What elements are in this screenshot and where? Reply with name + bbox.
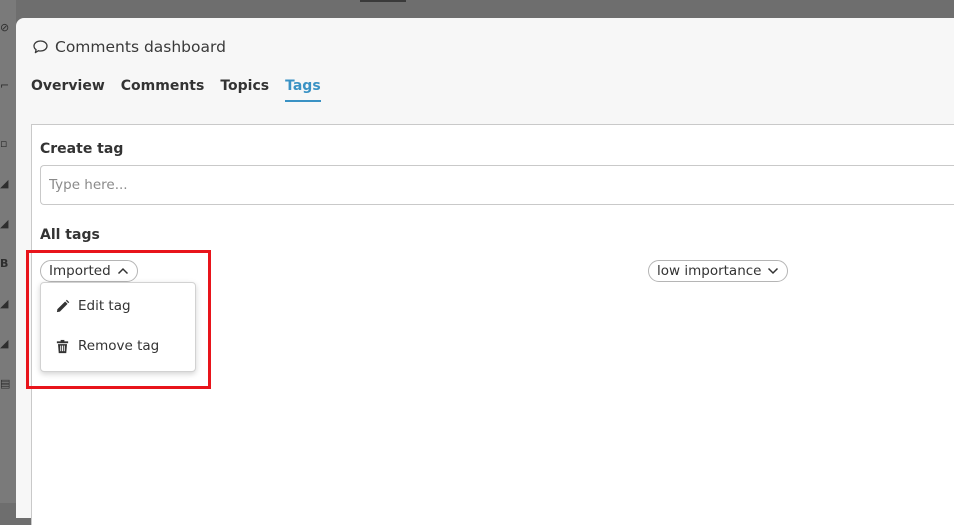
tab-tags[interactable]: Tags	[285, 78, 321, 102]
background-icon: ▫	[0, 137, 8, 150]
background-icon: B	[0, 257, 9, 270]
tab-topics[interactable]: Topics	[220, 78, 269, 102]
modal-title: Comments dashboard	[32, 36, 226, 58]
background-icon: ◢	[0, 217, 9, 230]
background-icon: ◢	[0, 337, 9, 350]
create-tag-input[interactable]	[40, 165, 954, 205]
tag-chip-low-importance[interactable]: low importance	[648, 260, 789, 282]
modal-title-text: Comments dashboard	[55, 38, 226, 56]
background-icon: ▤	[0, 377, 11, 390]
background-bar	[360, 0, 406, 2]
background-icon: ◢	[0, 297, 9, 310]
highlight-box	[26, 250, 211, 389]
all-tags-label: All tags	[40, 227, 100, 243]
background-icon: ⊘	[0, 21, 10, 34]
tab-bar: Overview Comments Topics Tags	[31, 78, 321, 102]
create-tag-label: Create tag	[40, 141, 124, 157]
tag-chip-label: low importance	[657, 263, 762, 279]
background-icon: ◢	[0, 177, 9, 190]
tab-comments[interactable]: Comments	[121, 78, 205, 102]
tab-overview[interactable]: Overview	[31, 78, 105, 102]
comment-icon	[33, 40, 48, 54]
chevron-down-icon	[768, 267, 779, 275]
background-app-strip: ⊘ ⌐ ▫ ◢ ◢ B ◢ ◢ ▤	[0, 0, 16, 503]
background-icon: ⌐	[0, 79, 10, 92]
